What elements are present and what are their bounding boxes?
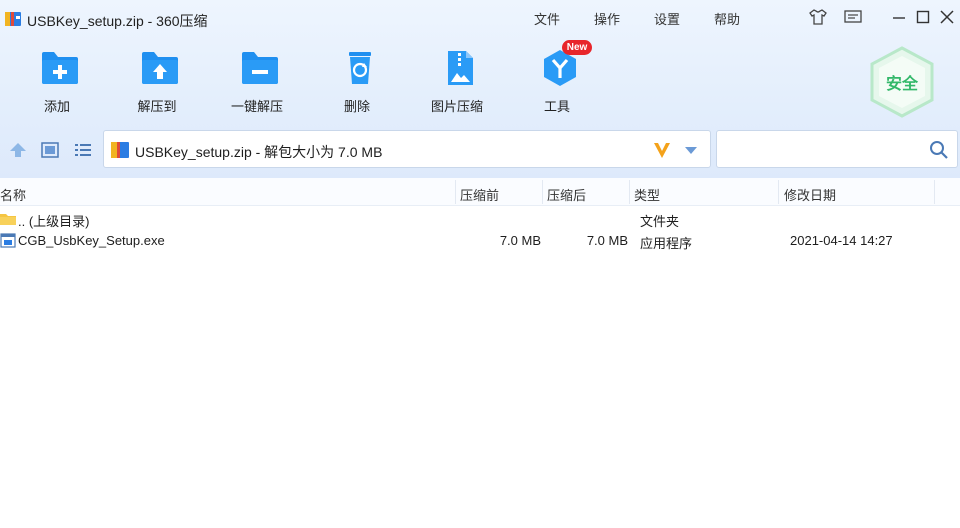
column-header-after[interactable]: 压缩后: [547, 185, 586, 204]
list-item[interactable]: CGB_UsbKey_Setup.exe 7.0 MB 7.0 MB 应用程序 …: [0, 230, 960, 252]
column-divider[interactable]: [455, 180, 456, 204]
item-size-before: 7.0 MB: [499, 233, 541, 248]
address-bar[interactable]: USBKey_setup.zip - 解包大小为 7.0 MB: [103, 130, 711, 168]
item-modified-date: 2021-04-14 14:27: [790, 233, 893, 248]
close-icon: [940, 10, 954, 24]
maximize-icon: [916, 10, 930, 24]
title-bar: USBKey_setup.zip - 360压缩 文件 操作 设置 帮助: [0, 0, 960, 34]
menu-operation[interactable]: 操作: [594, 9, 620, 28]
window-title: USBKey_setup.zip - 360压缩: [27, 13, 208, 29]
toolbar-delete-button[interactable]: 删除: [317, 44, 397, 118]
minimize-button[interactable]: [888, 7, 910, 27]
address-path: USBKey_setup.zip - 解包大小为 7.0 MB: [135, 144, 383, 160]
close-button[interactable]: [936, 7, 958, 27]
extract-to-icon: [142, 52, 178, 84]
column-divider[interactable]: [934, 180, 935, 204]
chevron-down-icon[interactable]: [684, 145, 698, 155]
column-divider[interactable]: [778, 180, 779, 204]
item-name: CGB_UsbKey_Setup.exe: [18, 233, 165, 248]
maximize-button[interactable]: [912, 7, 934, 27]
folder-icon: [0, 214, 16, 225]
column-divider[interactable]: [629, 180, 630, 204]
search-icon[interactable]: [929, 140, 949, 160]
toolbar-tools-label: 工具: [543, 99, 570, 114]
column-header-name[interactable]: 名称: [0, 185, 26, 204]
tshirt-icon: [809, 9, 827, 25]
item-type: 文件夹: [640, 214, 680, 229]
feedback-button[interactable]: [842, 7, 864, 27]
thumbnail-view-icon[interactable]: [40, 140, 60, 160]
item-size-after: 7.0 MB: [586, 233, 628, 248]
search-input[interactable]: [723, 139, 923, 161]
one-click-extract-icon: [242, 52, 278, 84]
delete-icon: [349, 52, 371, 84]
toolbar-tools-button[interactable]: 工具: [517, 44, 597, 118]
toolbar-delete-label: 删除: [343, 99, 370, 114]
toolbar-one-click-extract-label: 一键解压: [230, 99, 283, 114]
menu-settings[interactable]: 设置: [654, 9, 680, 28]
toolbar-add-label: 添加: [43, 99, 70, 114]
toolbar-one-click-extract-button[interactable]: 一键解压: [217, 44, 297, 118]
column-divider[interactable]: [542, 180, 543, 204]
skin-button[interactable]: [807, 7, 829, 27]
message-icon: [844, 10, 862, 23]
zip-app-icon: [5, 12, 21, 26]
column-header-date[interactable]: 修改日期: [784, 185, 836, 204]
menu-file[interactable]: 文件: [534, 9, 560, 28]
zip-file-icon: [111, 142, 129, 158]
list-header: 名称 压缩前 压缩后 类型 修改日期: [0, 178, 960, 206]
item-type: 应用程序: [640, 236, 693, 251]
exe-file-icon: [0, 233, 16, 248]
list-view-icon[interactable]: [73, 140, 93, 160]
v-logo-icon[interactable]: [652, 140, 672, 160]
item-name: .. (上级目录): [18, 214, 90, 229]
toolbar-extract-to-label: 解压到: [137, 99, 177, 114]
toolbar-extract-to-button[interactable]: 解压到: [117, 44, 197, 118]
safe-badge-label: 安全: [885, 76, 918, 93]
add-folder-icon: [42, 52, 78, 84]
toolbar-image-compress-label: 图片压缩: [430, 99, 483, 114]
new-badge: New: [562, 40, 592, 55]
image-compress-icon: [448, 51, 473, 85]
toolbar-image-compress-button[interactable]: 图片压缩: [417, 44, 497, 118]
search-box[interactable]: [716, 130, 958, 168]
list-item[interactable]: .. (上级目录) 文件夹: [0, 208, 960, 230]
up-arrow-icon[interactable]: [8, 140, 28, 160]
column-header-type[interactable]: 类型: [634, 185, 660, 204]
minimize-icon: [893, 17, 905, 19]
menu-help[interactable]: 帮助: [714, 9, 740, 28]
toolbar-add-button[interactable]: 添加: [17, 44, 97, 118]
column-header-before[interactable]: 压缩前: [460, 185, 499, 204]
